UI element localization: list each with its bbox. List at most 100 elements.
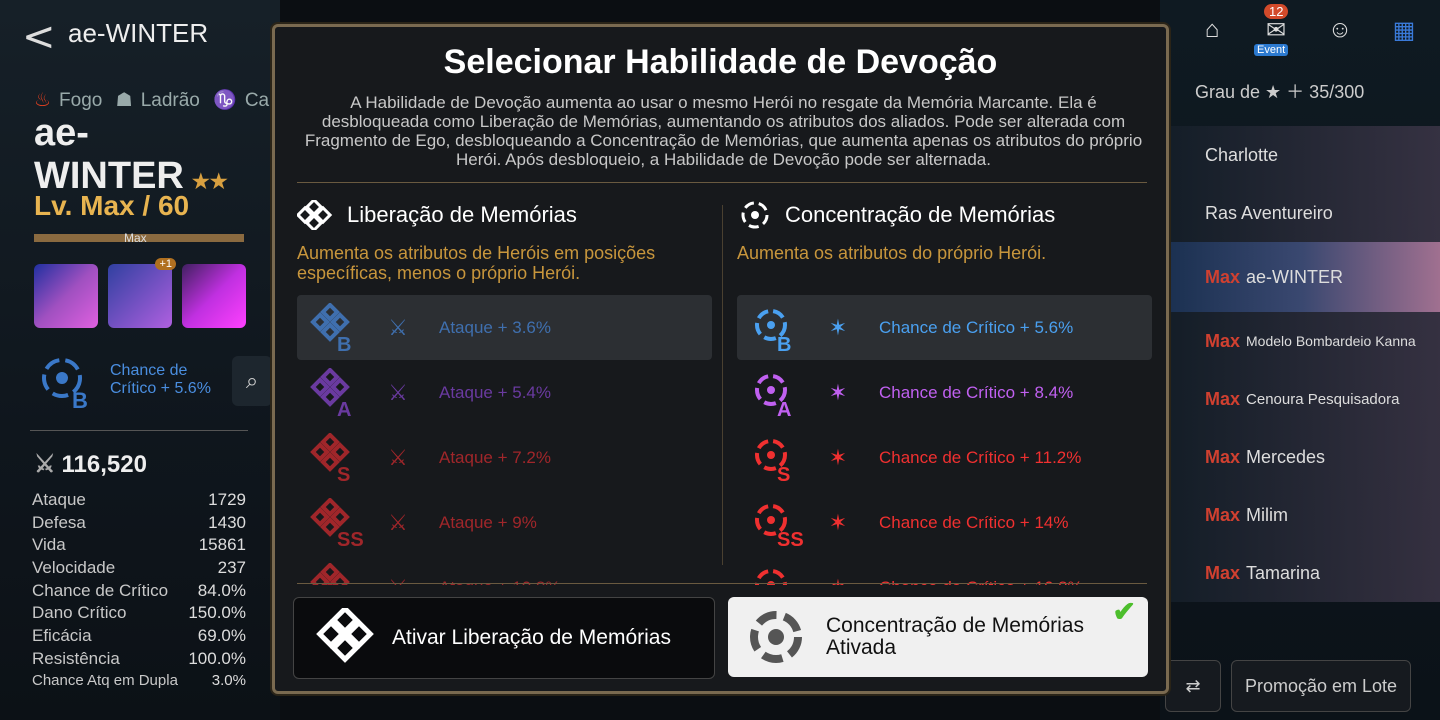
top-icons: ⌂ ✉ 12 Event ☺ ▦ — [1190, 4, 1426, 56]
memory-release-rows: B ⚔ Ataque + 3.6% A ⚔ Ataque + 5.4% S ⚔ Ataque +… — [297, 295, 712, 585]
skill-2-icon[interactable]: +1 — [108, 258, 176, 328]
memory-concentration-grade-icon: A — [755, 373, 791, 418]
swap-button[interactable]: ⇄ — [1165, 660, 1221, 712]
row-label: Ataque + 3.6% — [439, 317, 552, 337]
class-tag: Ladrão — [140, 90, 200, 111]
hero-list-item[interactable]: Max Tamarina — [1165, 544, 1440, 602]
hero-list-item[interactable]: Max Milim — [1165, 486, 1440, 544]
hero-list-item[interactable]: Max Cenoura Pesquisadora — [1165, 370, 1440, 428]
modal-title: Selecionar Habilidade de Devoção — [443, 43, 998, 81]
stat-row: Ataque 1729 — [32, 490, 246, 509]
attack-stat-icon: ⚔ — [388, 444, 408, 470]
hero-name: ae-WINTER ★★ — [34, 112, 228, 197]
stat-row: Eficácia 69.0% — [32, 626, 246, 646]
hero-roster-panel: Grau de ★ ＋ 35/300 Charlotte Ras Aventur… — [1165, 66, 1440, 720]
stat-row: Velocidade 237 — [32, 558, 246, 578]
combat-power: ⚔ 116,520 — [34, 451, 147, 478]
memory-concentration-grade-icon: S — [755, 438, 790, 483]
grade-letter: A — [777, 399, 791, 418]
release-row[interactable]: A ⚔ Ataque + 5.4% — [297, 360, 712, 425]
hero-list-item[interactable]: Charlotte — [1165, 126, 1440, 184]
concentration-row[interactable]: SSS✶Chance de Crítico + 16.8% — [737, 555, 1152, 585]
release-row[interactable]: SSS⚔Ataque + 10.8% — [297, 555, 712, 585]
release-row[interactable]: S ⚔ Ataque + 7.2% — [297, 425, 712, 490]
attack-stat-icon: ⚔ — [388, 314, 408, 340]
memory-concentration-grade-icon: SS — [755, 503, 804, 548]
grade-letter: SS — [777, 529, 804, 548]
memory-concentration-rows: B ✶ Chance de Crítico + 5.6% A ✶ Chance de Cr… — [737, 295, 1152, 585]
stats-list: Ataque 1729 Defesa 1430 Vida 15861 Velocida… — [32, 490, 246, 694]
crit-chance-stat-icon: ✶ — [828, 509, 848, 535]
divider — [297, 182, 1147, 183]
check-icon: ✔ — [1112, 596, 1136, 627]
crit-chance-stat-icon: ✶ — [828, 379, 848, 405]
hero-list-item-selected[interactable]: Max ae-WINTER — [1165, 242, 1440, 312]
skill-3-icon[interactable] — [182, 264, 246, 328]
memory-release-grade-icon: S — [310, 432, 350, 483]
concentration-row[interactable]: SS ✶ Chance de Crítico + 14% — [737, 490, 1152, 555]
grade-letter: SS — [337, 529, 364, 548]
hero-list-item[interactable]: Max Mercedes — [1165, 428, 1440, 486]
memory-concentration-column: Concentração de Memórias Aumenta os atri… — [737, 199, 1157, 585]
hero-level: Lv. Max / 60 — [34, 190, 190, 221]
grade-letter: A — [337, 399, 351, 418]
divider — [722, 205, 723, 565]
attack-stat-icon: ⚔ — [388, 379, 408, 405]
divider — [30, 430, 248, 431]
memory-concentration-grade-icon: B — [755, 308, 791, 353]
back-button[interactable]: < — [22, 14, 56, 60]
row-label: Chance de Crítico + 8.4% — [879, 382, 1074, 402]
concentration-row[interactable]: S ✶ Chance de Crítico + 11.2% — [737, 425, 1152, 490]
mail-icon[interactable]: ✉ 12 Event — [1254, 4, 1298, 56]
activate-memory-release-label: Ativar Liberação de Memórias — [392, 626, 671, 649]
stat-row: Dano Crítico 150.0% — [32, 603, 246, 623]
level-bar-label: Max — [124, 231, 147, 245]
search-icon[interactable]: ⌕ — [232, 356, 272, 406]
crit-chance-stat-icon: ✶ — [828, 444, 848, 470]
grade-letter: B — [777, 334, 791, 353]
concentration-row[interactable]: B ✶ Chance de Crítico + 5.6% — [737, 295, 1152, 360]
concentration-row[interactable]: A ✶ Chance de Crítico + 8.4% — [737, 360, 1152, 425]
lobby-icon[interactable]: ⌂ — [1190, 8, 1234, 52]
row-label: Chance de Crítico + 5.6% — [879, 317, 1074, 337]
hero-panel: ♨ Fogo ☗ Ladrão ♑ Cap ae-WINTER ★★ Lv. Max /… — [0, 66, 280, 720]
memory-concentration-grade-icon: SSS — [755, 568, 787, 585]
memory-release-column: Liberação de Memórias Aumenta os atribut… — [297, 199, 717, 585]
skill-list: +1 — [34, 258, 246, 328]
mail-badge: 12 — [1264, 4, 1289, 19]
memory-concentration-active-button[interactable]: Concentração de Memórias Ativada ✔ — [728, 597, 1148, 677]
release-row[interactable]: B ⚔ Ataque + 3.6% — [297, 295, 712, 360]
memory-release-icon — [316, 608, 374, 663]
activate-memory-release-button[interactable]: Ativar Liberação de Memórias — [293, 597, 715, 679]
hero-list-item[interactable]: Ras Aventureiro — [1165, 184, 1440, 242]
divider — [297, 583, 1147, 584]
memory-release-grade-icon: SS — [310, 497, 364, 548]
hero-list: Charlotte Ras Aventureiro Max ae-WINTER M… — [1165, 126, 1440, 602]
devotion-icon[interactable]: B — [34, 350, 94, 410]
element-tag: Fogo — [59, 90, 103, 111]
star-grade-sort[interactable]: Grau de ★ ＋ 35/300 — [1195, 78, 1364, 104]
attack-stat-icon: ⚔ — [388, 509, 408, 535]
roster-buttons: ⇄ Promoção em Lote — [1165, 660, 1411, 712]
memory-concentration-icon — [750, 611, 802, 663]
memory-release-title: Liberação de Memórias — [347, 202, 577, 227]
memory-concentration-active-label: Concentração de Memórias Ativada — [826, 614, 1084, 659]
row-label: Chance de Crítico + 11.2% — [879, 447, 1082, 467]
row-label: Ataque + 5.4% — [439, 382, 552, 402]
skill-1-icon[interactable] — [34, 264, 98, 328]
hero-list-item[interactable]: Max Modelo Bombardeio Kanna — [1165, 312, 1440, 370]
chat-icon[interactable]: ☺ — [1318, 8, 1362, 52]
release-row[interactable]: SS ⚔ Ataque + 9% — [297, 490, 712, 555]
memory-release-header: Liberação de Memórias — [297, 199, 717, 231]
grade-letter: S — [337, 464, 350, 483]
memory-concentration-header: Concentração de Memórias — [737, 199, 1157, 231]
memory-concentration-subtitle: Aumenta os atributos do próprio Herói. — [737, 243, 1047, 263]
batch-promotion-button[interactable]: Promoção em Lote — [1231, 660, 1411, 712]
menu-grid-icon[interactable]: ▦ — [1382, 8, 1426, 52]
page-title: ae-WINTER — [68, 18, 209, 48]
memory-concentration-icon — [741, 201, 769, 229]
hero-tags: ♨ Fogo ☗ Ladrão ♑ Cap — [34, 90, 280, 111]
modal-description: A Habilidade de Devoção aumenta ao usar … — [304, 93, 1143, 169]
svg-text:B: B — [72, 388, 88, 410]
memory-concentration-title: Concentração de Memórias — [785, 202, 1056, 227]
